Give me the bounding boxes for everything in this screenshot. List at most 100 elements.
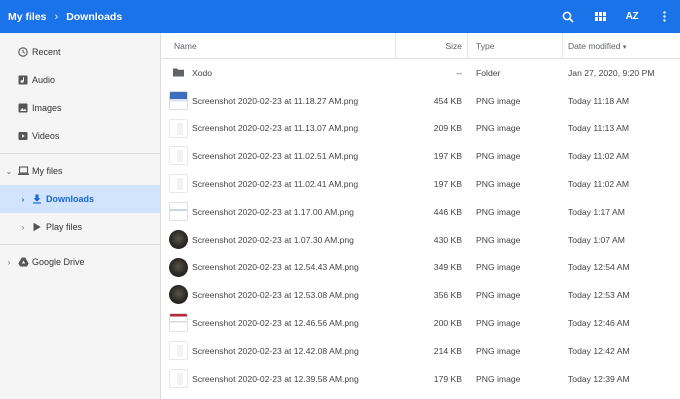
file-row[interactable]: Screenshot 2020-02-23 at 12.53.08 AM.png… xyxy=(162,281,680,309)
image-thumbnail xyxy=(169,340,188,360)
file-type: PNG image xyxy=(476,373,521,384)
column-header-date-label: Date modified xyxy=(568,40,621,51)
image-thumbnail xyxy=(169,201,188,221)
sidebar-item-videos[interactable]: Videos xyxy=(0,122,160,150)
image-thumbnail xyxy=(169,118,188,138)
image-thumbnail xyxy=(169,174,188,194)
file-name: Screenshot 2020-02-23 at 12.46.56 AM.png xyxy=(192,318,359,329)
file-type: Folder xyxy=(476,67,501,78)
file-row[interactable]: Screenshot 2020-02-23 at 11.02.41 AM.png… xyxy=(162,170,680,198)
file-row[interactable]: Screenshot 2020-02-23 at 11.13.07 AM.png… xyxy=(162,115,680,143)
more-options-button[interactable] xyxy=(648,0,680,33)
file-size: 200 KB xyxy=(433,318,462,329)
file-date: Today 1:07 AM xyxy=(568,234,625,245)
grid-view-button[interactable] xyxy=(584,0,616,33)
sidebar-item-images[interactable]: Images xyxy=(0,94,160,122)
file-list: Name Size Type Date modified ▾ Xodo -- F… xyxy=(162,33,680,399)
sidebar-item-my-files[interactable]: ⌄ My files xyxy=(0,157,160,185)
image-thumbnail xyxy=(169,313,188,333)
file-size: 197 KB xyxy=(433,179,462,190)
sort-arrow-icon: ▾ xyxy=(622,43,627,51)
file-row[interactable]: Screenshot 2020-02-23 at 1.07.30 AM.png … xyxy=(162,226,680,254)
file-type: PNG image xyxy=(476,345,521,356)
file-type: PNG image xyxy=(476,234,521,245)
file-type: PNG image xyxy=(476,123,521,134)
toolbar-actions: AZ xyxy=(552,0,680,33)
sidebar-item-label: Recent xyxy=(32,47,61,57)
file-type: PNG image xyxy=(476,318,521,329)
image-thumbnail xyxy=(169,229,188,249)
file-row[interactable]: Screenshot 2020-02-23 at 11.02.51 AM.png… xyxy=(162,142,680,170)
column-divider[interactable] xyxy=(467,33,468,59)
file-row[interactable]: Screenshot 2020-02-23 at 12.39.58 AM.png… xyxy=(162,365,680,393)
file-date: Today 12:42 AM xyxy=(568,345,630,356)
file-size: 349 KB xyxy=(433,262,462,273)
file-date: Today 1:17 AM xyxy=(568,206,625,217)
column-header-date-modified[interactable]: Date modified ▾ xyxy=(568,41,626,51)
file-size: 179 KB xyxy=(433,373,462,384)
file-name: Screenshot 2020-02-23 at 12.42.08 AM.png xyxy=(192,345,359,356)
sidebar-item-label: Play files xyxy=(46,222,83,232)
file-type: PNG image xyxy=(476,95,521,106)
file-name: Screenshot 2020-02-23 at 12.53.08 AM.png xyxy=(192,290,359,301)
sidebar-item-recent[interactable]: Recent xyxy=(0,38,160,66)
video-icon xyxy=(17,130,29,142)
file-size: 197 KB xyxy=(433,151,462,162)
chevron-right-icon[interactable]: › xyxy=(5,258,13,267)
breadcrumb-root[interactable]: My files xyxy=(8,11,47,23)
file-row[interactable]: Screenshot 2020-02-23 at 12.42.08 AM.png… xyxy=(162,337,680,365)
column-header-size[interactable]: Size xyxy=(445,41,462,51)
file-row[interactable]: Screenshot 2020-02-23 at 11.18.27 AM.png… xyxy=(162,87,680,115)
sidebar-divider xyxy=(0,153,160,154)
breadcrumb-current[interactable]: Downloads xyxy=(66,11,122,23)
column-header-name[interactable]: Name xyxy=(174,41,197,51)
chevron-right-icon[interactable]: › xyxy=(19,195,27,204)
file-row-folder[interactable]: Xodo -- Folder Jan 27, 2020, 9:20 PM xyxy=(162,59,680,87)
sidebar-item-label: Google Drive xyxy=(32,257,85,267)
sort-button[interactable]: AZ xyxy=(616,0,648,33)
chevron-down-icon[interactable]: ⌄ xyxy=(5,167,13,176)
file-date: Today 11:13 AM xyxy=(568,123,629,134)
sidebar-item-audio[interactable]: Audio xyxy=(0,66,160,94)
file-size: -- xyxy=(456,67,462,78)
file-date: Today 11:02 AM xyxy=(568,179,629,190)
file-date: Today 12:54 AM xyxy=(568,262,630,273)
search-button[interactable] xyxy=(552,0,584,33)
download-icon xyxy=(31,193,43,205)
breadcrumb-separator-icon: › xyxy=(54,10,59,23)
file-size: 209 KB xyxy=(433,123,462,134)
file-size: 214 KB xyxy=(433,345,462,356)
clock-icon xyxy=(17,46,29,58)
image-thumbnail xyxy=(169,368,188,388)
file-row[interactable]: Screenshot 2020-02-23 at 12.46.56 AM.png… xyxy=(162,309,680,337)
file-row[interactable]: Screenshot 2020-02-23 at 12.54.43 AM.png… xyxy=(162,254,680,282)
image-thumbnail xyxy=(169,90,188,110)
chevron-right-icon[interactable]: › xyxy=(19,223,27,232)
file-name: Screenshot 2020-02-23 at 1.17.00 AM.png xyxy=(192,206,354,217)
top-app-bar: My files › Downloads AZ xyxy=(0,0,680,33)
sidebar-item-downloads[interactable]: › Downloads xyxy=(0,185,160,213)
file-name: Screenshot 2020-02-23 at 11.13.07 AM.png xyxy=(192,123,359,134)
sidebar-item-play-files[interactable]: › Play files xyxy=(0,213,160,241)
column-divider[interactable] xyxy=(395,33,396,59)
sidebar-item-label: My files xyxy=(32,166,63,176)
file-date: Today 12:46 AM xyxy=(568,318,630,329)
file-size: 356 KB xyxy=(433,290,462,301)
image-thumbnail xyxy=(169,257,188,277)
column-divider[interactable] xyxy=(562,33,563,59)
file-row[interactable]: Screenshot 2020-02-23 at 1.17.00 AM.png … xyxy=(162,198,680,226)
file-name: Screenshot 2020-02-23 at 12.54.43 AM.png xyxy=(192,262,359,273)
file-type: PNG image xyxy=(476,262,521,273)
more-vert-icon xyxy=(662,11,666,22)
sidebar-item-google-drive[interactable]: › Google Drive xyxy=(0,248,160,276)
file-date: Today 11:18 AM xyxy=(568,95,629,106)
sidebar-divider xyxy=(0,244,160,245)
file-name: Screenshot 2020-02-23 at 11.02.41 AM.png xyxy=(192,179,359,190)
column-header-type[interactable]: Type xyxy=(476,41,494,51)
file-name: Screenshot 2020-02-23 at 1.07.30 AM.png xyxy=(192,234,354,245)
audio-icon xyxy=(17,74,29,86)
file-type: PNG image xyxy=(476,290,521,301)
file-type: PNG image xyxy=(476,206,521,217)
file-name: Screenshot 2020-02-23 at 11.02.51 AM.png xyxy=(192,151,359,162)
sidebar-item-label: Videos xyxy=(32,131,60,141)
